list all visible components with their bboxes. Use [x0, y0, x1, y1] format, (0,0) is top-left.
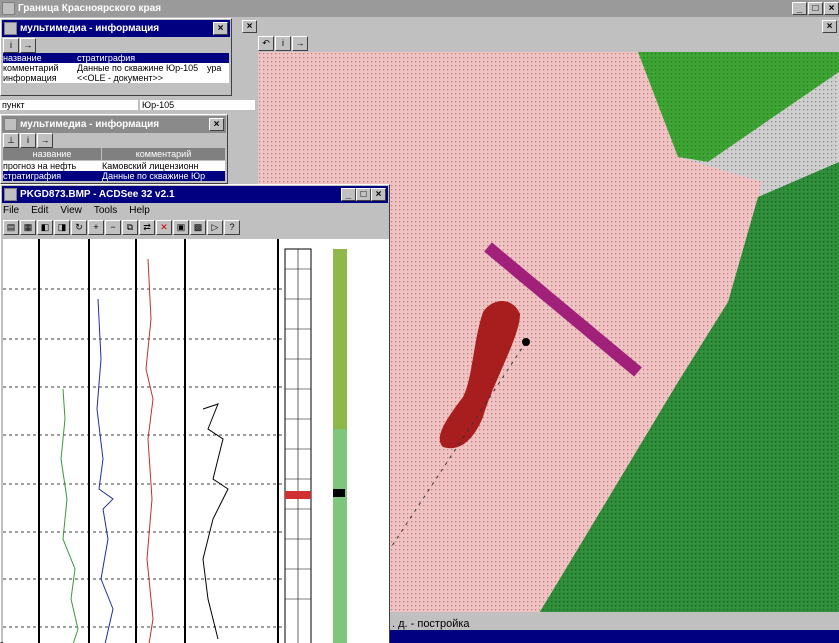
cell-value: Камовский лицензионн [102, 161, 199, 171]
cell-value: Данные по скважине Юр-105 [77, 63, 199, 73]
menu-edit[interactable]: Edit [31, 205, 48, 216]
acd-title: PKGD873.BMP - ACDSee 32 v2.1 [20, 189, 175, 200]
well-log-image [3, 239, 389, 643]
cell-value: стратиграфия [77, 53, 136, 63]
properties-icon[interactable]: ▣ [173, 220, 189, 235]
table-row[interactable]: прогноз на нефть Камовский лицензионн [3, 161, 225, 171]
status-bar: . д. - постройка [388, 612, 839, 643]
mm2-arrow-icon[interactable]: → [37, 133, 53, 148]
delete-icon[interactable]: ✕ [156, 220, 172, 235]
acdsee-window: PKGD873.BMP - ACDSee 32 v2.1 _ □ × File E… [0, 184, 390, 643]
multimedia-window-2: мультимедиа - информация × ⊥ i → название … [0, 114, 228, 184]
status-navy-strip [388, 630, 839, 643]
undo-icon[interactable]: ↶ [258, 36, 274, 51]
menu-tools[interactable]: Tools [94, 205, 117, 216]
next-icon[interactable]: ◨ [54, 220, 70, 235]
field-point[interactable]: пункт [0, 100, 138, 110]
mm1-app-icon [4, 22, 17, 35]
table-row[interactable]: стратиграфия Данные по скважине Юр [3, 171, 225, 181]
mm2-toolbar: ⊥ i → [3, 133, 54, 148]
mm1-title: мультимедиа - информация [20, 23, 160, 34]
mm1-table: название стратиграфия комментарий Данные п… [3, 53, 229, 83]
prev-icon[interactable]: ◧ [37, 220, 53, 235]
acd-toolbar: ▤ ▦ ◧ ◨ ↻ + − ⧉ ⇄ ✕ ▣ ▩ ▷? [3, 220, 387, 238]
mm2-title: мультимедиа - информация [20, 119, 160, 130]
well-point [522, 338, 530, 346]
mm2-col-name[interactable]: название [3, 148, 101, 160]
move-icon[interactable]: ⇄ [139, 220, 155, 235]
zoom-out-icon[interactable]: − [105, 220, 121, 235]
acd-menu-bar: File Edit View Tools Help [3, 205, 162, 216]
info-icon[interactable]: i [275, 36, 291, 51]
close-button[interactable]: × [824, 2, 839, 15]
mm2-close-button[interactable]: × [209, 118, 224, 131]
acd-app-icon [4, 188, 17, 201]
slideshow-icon[interactable]: ▷ [207, 220, 223, 235]
cell-name: комментарий [3, 63, 59, 73]
acd-maximize-button[interactable]: □ [356, 188, 371, 201]
cell-name: стратиграфия [3, 171, 62, 181]
cell-name: информация [3, 73, 57, 83]
mm2-app-icon [4, 118, 17, 131]
mm1-title-bar: мультимедиа - информация [2, 20, 230, 37]
mm1-toolbar: i → [3, 38, 37, 53]
panel-close-button[interactable]: × [242, 20, 257, 33]
help-icon[interactable]: ? [224, 220, 240, 235]
cell-name: прогноз на нефть [3, 161, 77, 171]
open-icon[interactable]: ▦ [20, 220, 36, 235]
doc-close-button[interactable]: × [822, 20, 837, 33]
copy-icon[interactable]: ⧉ [122, 220, 138, 235]
mm2-pin-icon[interactable]: ⊥ [3, 133, 19, 148]
refresh-icon[interactable]: ↻ [71, 220, 87, 235]
maximize-button[interactable]: □ [808, 2, 823, 15]
mm2-table: прогноз на нефть Камовский лицензионн стр… [3, 161, 225, 181]
map-toolbar: ↶ i → [258, 36, 309, 52]
object-form: пункт Юр-105 [0, 96, 258, 116]
multimedia-window-1: мультимедиа - информация × i → название ст… [0, 18, 232, 96]
menu-help[interactable]: Help [129, 205, 150, 216]
main-title-bar: Граница Красноярского края [0, 0, 839, 17]
minimize-button[interactable]: _ [792, 2, 807, 15]
mm1-info-icon[interactable]: i [3, 38, 19, 53]
cell-name: название [3, 53, 42, 63]
arrow-icon[interactable]: → [292, 36, 308, 51]
status-label: . д. - постройка [392, 618, 470, 630]
mm1-arrow-icon[interactable]: → [20, 38, 36, 53]
acd-minimize-button[interactable]: _ [341, 188, 356, 201]
browse-icon[interactable]: ▤ [3, 220, 19, 235]
wallpaper-icon[interactable]: ▩ [190, 220, 206, 235]
main-title: Граница Красноярского края [18, 3, 162, 14]
cell-value: <<OLE - документ>> [77, 73, 164, 83]
cell-value: Данные по скважине Юр [102, 171, 206, 181]
mm2-col-comment[interactable]: комментарий [102, 148, 225, 160]
well-log-graphic [3, 239, 347, 643]
field-well[interactable]: Юр-105 [140, 100, 255, 110]
acd-close-button[interactable]: × [371, 188, 386, 201]
table-row[interactable]: информация <<OLE - документ>> [3, 73, 229, 83]
menu-view[interactable]: View [60, 205, 82, 216]
mm2-info-icon[interactable]: i [20, 133, 36, 148]
zoom-in-icon[interactable]: + [88, 220, 104, 235]
app-icon [2, 2, 15, 15]
mm2-title-bar: мультимедиа - информация [2, 116, 226, 133]
table-row[interactable]: название стратиграфия [3, 53, 229, 63]
table-row[interactable]: комментарий Данные по скважине Юр-105 ура [3, 63, 229, 73]
acd-title-bar: PKGD873.BMP - ACDSee 32 v2.1 [2, 186, 388, 203]
mm1-close-button[interactable]: × [213, 22, 228, 35]
menu-file[interactable]: File [3, 205, 19, 216]
cell-extra: ура [207, 63, 222, 73]
